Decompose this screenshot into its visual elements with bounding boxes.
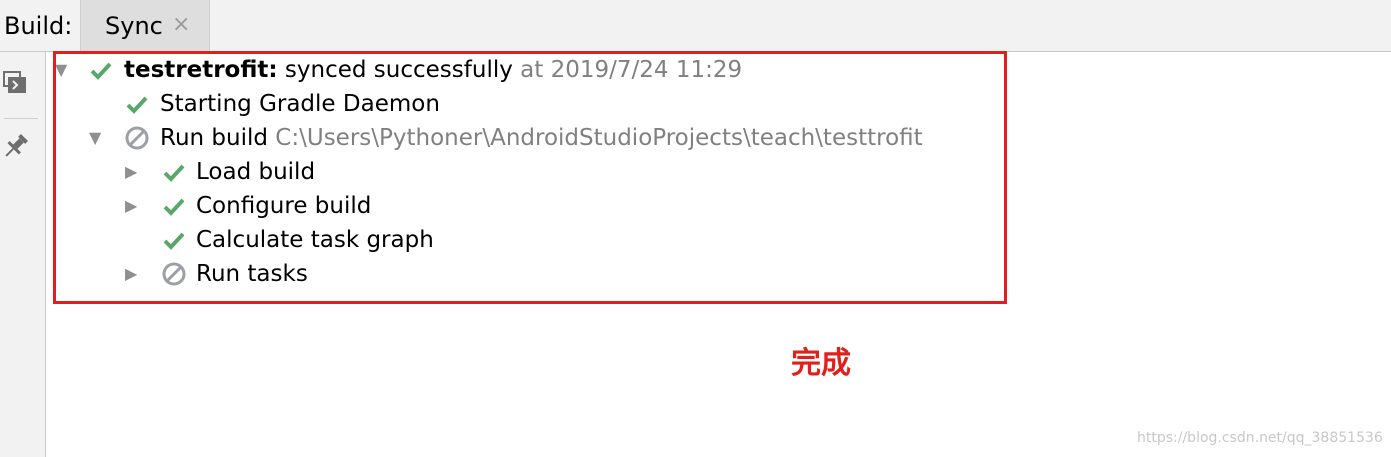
sidebar-divider xyxy=(4,118,38,119)
tab-sync-label: Sync xyxy=(105,12,163,40)
tab-sync[interactable]: Sync × xyxy=(80,0,210,52)
build-toolbar: Build: Sync × xyxy=(0,0,1391,52)
build-label: Build: xyxy=(4,12,73,40)
close-icon[interactable]: × xyxy=(172,14,190,36)
annotation-label: 完成 xyxy=(791,346,851,381)
build-sidebar xyxy=(0,52,46,457)
watermark: https://blog.csdn.net/qq_38851536 xyxy=(1137,430,1383,446)
pin-icon[interactable] xyxy=(0,128,46,168)
console-restore-icon[interactable] xyxy=(0,64,46,104)
annotation-highlight-box xyxy=(53,51,1007,304)
